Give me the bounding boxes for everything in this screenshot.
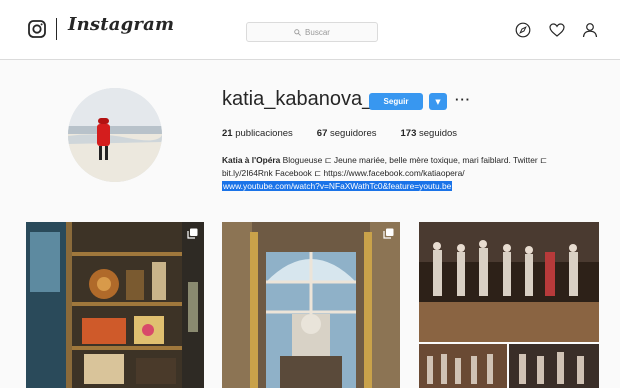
logo-divider xyxy=(56,18,57,40)
profile-bio: Katia à l'Opéra Blogueuse ⊏ Jeune mariée… xyxy=(222,154,600,193)
post-photo-window-bust xyxy=(222,222,400,388)
stat-followers[interactable]: 67 seguidores xyxy=(317,128,377,139)
stat-posts: 21 publicaciones xyxy=(222,128,293,139)
multiple-images-icon xyxy=(383,228,394,239)
camera-logo-icon[interactable] xyxy=(28,20,46,38)
instagram-wordmark[interactable]: Instagram xyxy=(68,14,174,35)
more-options-icon[interactable]: ··· xyxy=(455,92,471,107)
heart-icon[interactable] xyxy=(549,22,565,38)
avatar-photo xyxy=(68,88,162,182)
top-navigation-bar: Instagram Buscar xyxy=(0,0,620,60)
avatar[interactable] xyxy=(68,88,162,182)
search-icon xyxy=(294,28,301,36)
compass-icon[interactable] xyxy=(515,22,531,38)
search-placeholder: Buscar xyxy=(305,27,330,37)
stat-following[interactable]: 173 seguidos xyxy=(401,128,458,139)
profile-username: katia_kabanova_ xyxy=(222,88,374,110)
post-thumbnail-1[interactable] xyxy=(26,222,204,388)
multiple-images-icon xyxy=(187,228,198,239)
suggestions-dropdown-button[interactable]: ▼ xyxy=(429,93,447,110)
chevron-down-icon: ▼ xyxy=(435,97,441,106)
post-thumbnail-3[interactable] xyxy=(419,222,599,388)
bio-text-line-2: bit.ly/2I64Rnk Facebook ⊏ https://www.fa… xyxy=(222,168,465,178)
post-photo-rehearsal xyxy=(419,222,599,388)
bio-link[interactable]: www.youtube.com/watch?v=NFaXWathTc0&feat… xyxy=(222,181,453,191)
person-icon[interactable] xyxy=(582,22,598,38)
profile-stats: 21 publicaciones 67 seguidores 173 segui… xyxy=(222,128,457,139)
bio-text-line-1: Blogueuse ⊏ Jeune mariée, belle mère tox… xyxy=(282,155,547,165)
search-input[interactable]: Buscar xyxy=(246,22,378,42)
bio-full-name: Katia à l'Opéra xyxy=(222,155,281,165)
follow-button[interactable]: Seguir xyxy=(369,93,423,110)
post-thumbnail-2[interactable] xyxy=(222,222,400,388)
post-photo-shop xyxy=(26,222,204,388)
profile-header: katia_kabanova_ Seguir ▼ ··· 21 publicac… xyxy=(0,60,620,220)
